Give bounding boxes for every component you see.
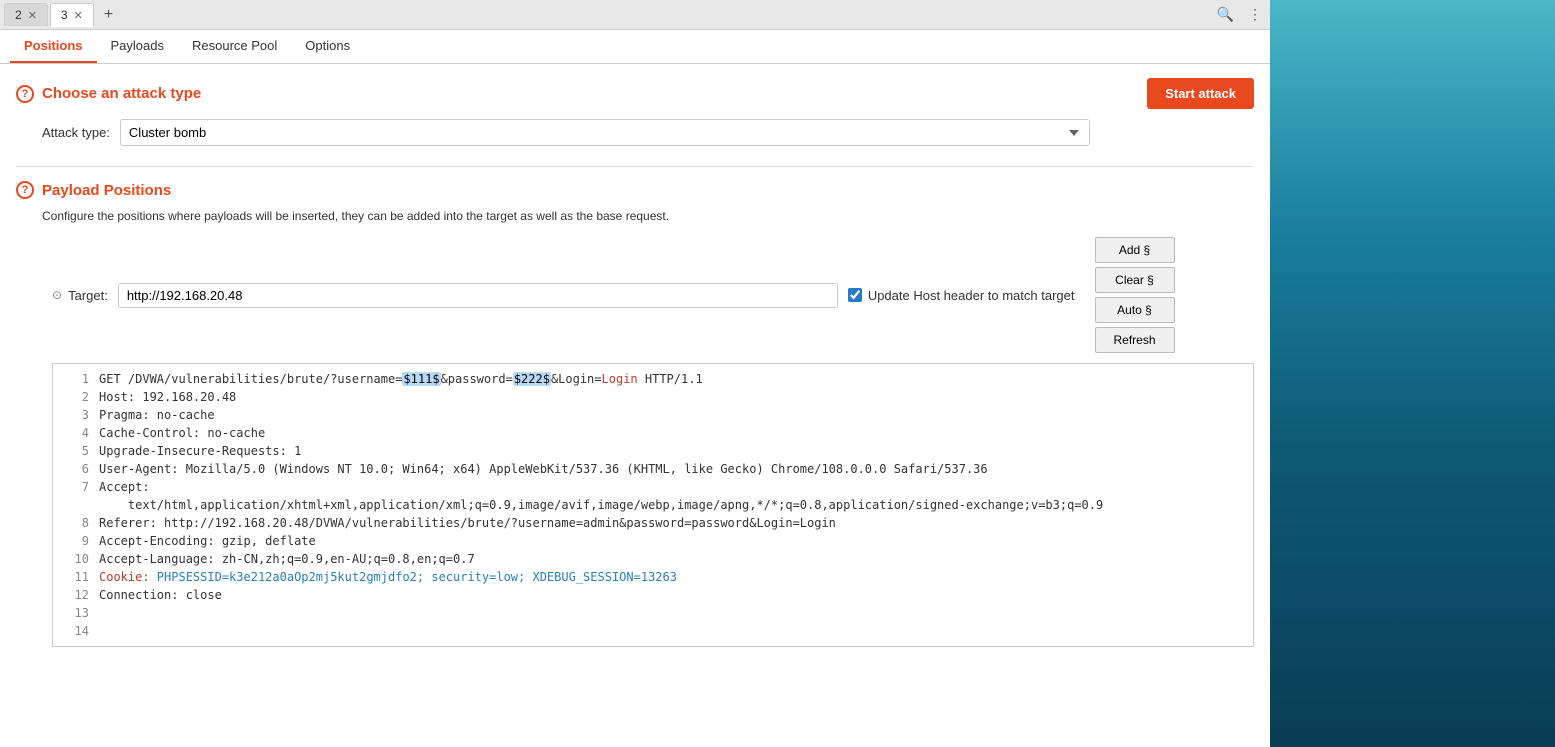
line-content: Cache-Control: no-cache (99, 424, 265, 442)
new-tab-button[interactable]: + (96, 2, 121, 28)
tab-2-close[interactable]: ✕ (28, 9, 37, 22)
line-content: Connection: close (99, 586, 222, 604)
line-content: Accept-Language: zh-CN,zh;q=0.9,en-AU;q=… (99, 550, 475, 568)
request-area-wrapper: 1 GET /DVWA/vulnerabilities/brute/?userna… (52, 363, 1254, 647)
line-content: text/html,application/xhtml+xml,applicat… (99, 496, 1103, 514)
line-number: 2 (61, 388, 89, 406)
line-content: Host: 192.168.20.48 (99, 388, 236, 406)
target-wifi-icon: ⊙ (52, 288, 62, 302)
attack-type-help-icon[interactable]: ? (16, 85, 34, 103)
request-line: 7 Accept: (53, 478, 1253, 496)
tab-bar: 2 ✕ 3 ✕ + 🔍 ⋮ (0, 0, 1270, 30)
request-line: 11 Cookie: PHPSESSID=k3e212a0aOp2mj5kut2g… (53, 568, 1253, 586)
update-host-checkbox[interactable] (848, 288, 862, 302)
tab-2[interactable]: 2 ✕ (4, 3, 48, 26)
start-attack-button[interactable]: Start attack (1147, 78, 1254, 109)
attack-type-row: Attack type: Cluster bomb (16, 119, 1254, 146)
add-section-button[interactable]: Add § (1095, 237, 1175, 263)
side-buttons: Add § Clear § Auto § Refresh (1095, 237, 1175, 353)
payload-positions-section-header: ? Payload Positions (16, 181, 1254, 199)
request-line: 3 Pragma: no-cache (53, 406, 1253, 424)
line-number: 13 (61, 604, 89, 622)
request-line: 2 Host: 192.168.20.48 (53, 388, 1253, 406)
request-line: 14 (53, 622, 1253, 640)
line-number: 11 (61, 568, 89, 586)
line-number: 5 (61, 442, 89, 460)
update-host-label: Update Host header to match target (868, 288, 1075, 303)
request-line: 9 Accept-Encoding: gzip, deflate (53, 532, 1253, 550)
line-content: Upgrade-Insecure-Requests: 1 (99, 442, 301, 460)
payload-positions-help-icon[interactable]: ? (16, 181, 34, 199)
attack-type-select[interactable]: Cluster bomb (120, 119, 1090, 146)
sidebar-ocean (1270, 0, 1555, 747)
line-number: 8 (61, 514, 89, 532)
clear-section-button[interactable]: Clear § (1095, 267, 1175, 293)
target-input[interactable] (118, 283, 838, 308)
request-line: 4 Cache-Control: no-cache (53, 424, 1253, 442)
tab-positions[interactable]: Positions (10, 30, 97, 63)
divider-1 (16, 166, 1254, 167)
request-line: 8 Referer: http://192.168.20.48/DVWA/vuln… (53, 514, 1253, 532)
tab-resource-pool[interactable]: Resource Pool (178, 30, 291, 63)
request-line: 1 GET /DVWA/vulnerabilities/brute/?userna… (53, 370, 1253, 388)
tab-payloads[interactable]: Payloads (97, 30, 178, 63)
update-host-row: Update Host header to match target (848, 288, 1075, 303)
line-content: Cookie: PHPSESSID=k3e212a0aOp2mj5kut2gmj… (99, 568, 677, 586)
line-number (61, 496, 89, 514)
line-content: Accept-Encoding: gzip, deflate (99, 532, 316, 550)
line-content: Accept: (99, 478, 150, 496)
request-line: 5 Upgrade-Insecure-Requests: 1 (53, 442, 1253, 460)
tab-2-label: 2 (15, 8, 22, 22)
attack-type-label: Attack type: (42, 125, 110, 140)
line-number: 6 (61, 460, 89, 478)
request-editor[interactable]: 1 GET /DVWA/vulnerabilities/brute/?userna… (52, 363, 1254, 647)
line-number: 3 (61, 406, 89, 424)
line-number: 14 (61, 622, 89, 640)
tab-3-label: 3 (61, 8, 68, 22)
request-line: 6 User-Agent: Mozilla/5.0 (Windows NT 10.… (53, 460, 1253, 478)
tab-3-close[interactable]: ✕ (74, 9, 83, 22)
request-line: 10 Accept-Language: zh-CN,zh;q=0.9,en-AU;… (53, 550, 1253, 568)
nav-tabs: Positions Payloads Resource Pool Options (0, 30, 1270, 64)
line-number: 10 (61, 550, 89, 568)
request-line: text/html,application/xhtml+xml,applicat… (53, 496, 1253, 514)
line-number: 7 (61, 478, 89, 496)
line-number: 1 (61, 370, 89, 388)
target-label: Target: (68, 288, 108, 303)
payload-positions-title: Payload Positions (42, 182, 171, 199)
line-content: User-Agent: Mozilla/5.0 (Windows NT 10.0… (99, 460, 988, 478)
request-line: 13 (53, 604, 1253, 622)
main-content: ? Choose an attack type Start attack Att… (0, 64, 1270, 747)
line-content: Referer: http://192.168.20.48/DVWA/vulne… (99, 514, 836, 532)
line-number: 9 (61, 532, 89, 550)
refresh-button[interactable]: Refresh (1095, 327, 1175, 353)
search-icon-btn[interactable]: 🔍 (1213, 4, 1238, 25)
tab-3[interactable]: 3 ✕ (50, 3, 94, 27)
line-content: Pragma: no-cache (99, 406, 215, 424)
line-number: 4 (61, 424, 89, 442)
auto-section-button[interactable]: Auto § (1095, 297, 1175, 323)
tab-options[interactable]: Options (291, 30, 364, 63)
line-number: 12 (61, 586, 89, 604)
payload-positions-desc: Configure the positions where payloads w… (16, 209, 1254, 223)
request-line: 12 Connection: close (53, 586, 1253, 604)
attack-type-title: Choose an attack type (42, 85, 201, 102)
more-options-btn[interactable]: ⋮ (1244, 4, 1266, 25)
attack-type-section-header: ? Choose an attack type Start attack (16, 78, 1254, 109)
line-content: GET /DVWA/vulnerabilities/brute/?usernam… (99, 370, 703, 388)
